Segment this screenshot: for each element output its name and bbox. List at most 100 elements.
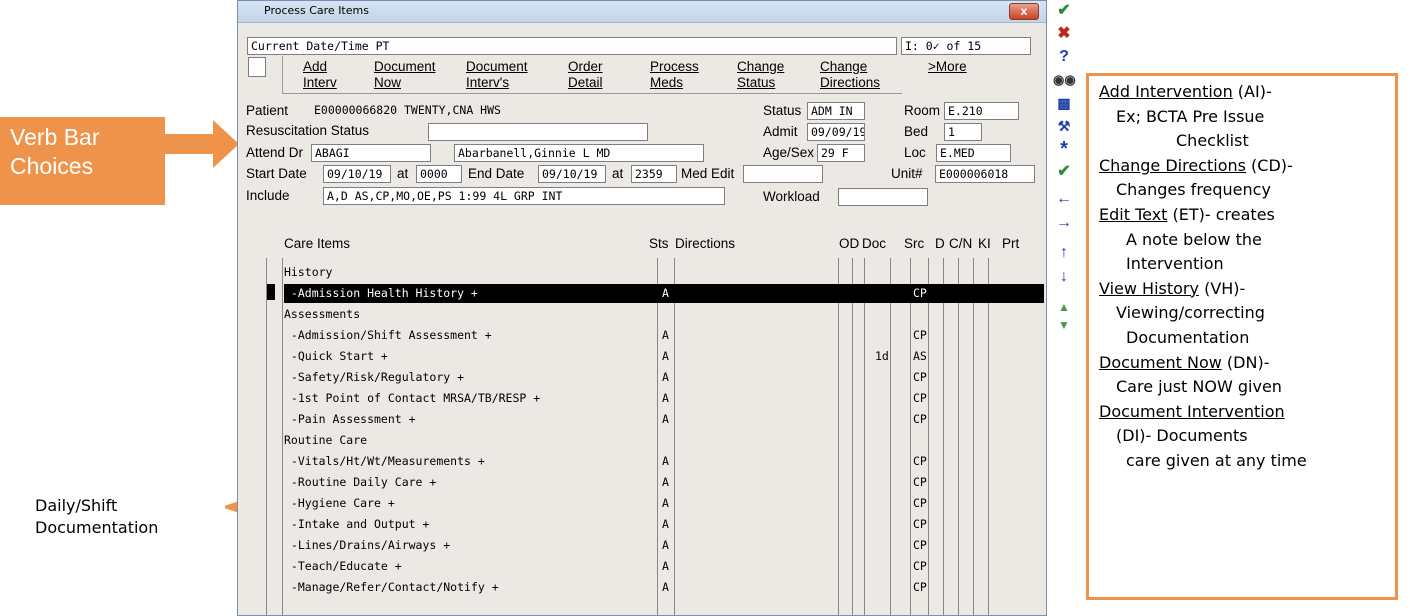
explanation-line: A note below the xyxy=(1126,230,1262,249)
include-label: Include xyxy=(246,188,290,203)
arrow-left-icon[interactable]: ← xyxy=(1053,188,1075,210)
start-time-field: 0000 xyxy=(416,165,462,183)
explanation-term: Change Directions xyxy=(1099,155,1246,175)
unit-label: Unit# xyxy=(891,166,923,181)
check-all-icon[interactable]: ✔ xyxy=(1053,161,1075,183)
start-date-label: Start Date xyxy=(246,166,307,181)
col-doc: Doc xyxy=(862,236,887,251)
care-item-name: -Routine Daily Care + xyxy=(284,475,437,489)
table-row[interactable]: -Teach/Educate + A CP xyxy=(284,557,1044,576)
care-item-source: CP xyxy=(913,454,927,468)
med-edit-label: Med Edit xyxy=(681,166,735,181)
arrow-up-icon[interactable]: ↑ xyxy=(1053,242,1075,264)
verb-document-now[interactable]: Document Now xyxy=(374,59,436,91)
explanation-text: (ET)- creates xyxy=(1167,205,1275,224)
care-item-status: A xyxy=(662,538,669,552)
care-item-status: A xyxy=(662,370,669,384)
table-row[interactable]: Assessments xyxy=(284,305,1044,324)
col-src: Src xyxy=(904,236,925,251)
verb-add-interv[interactable]: Add Interv xyxy=(303,59,337,91)
attend-label: Attend Dr xyxy=(246,145,304,160)
tools-icon[interactable]: ⚒ xyxy=(1053,115,1075,137)
arrow-right-icon[interactable]: → xyxy=(1053,212,1075,234)
binoculars-icon[interactable]: ◉◉ xyxy=(1053,69,1076,91)
explanation-text: Checklist xyxy=(1176,131,1249,151)
table-row[interactable]: -Admission/Shift Assessment + A CP xyxy=(284,326,1044,345)
check-icon[interactable]: ✔ xyxy=(1053,0,1075,22)
verb-order-detail[interactable]: Order Detail xyxy=(568,59,603,91)
explanation-line: Add Intervention (AI)- xyxy=(1099,82,1272,101)
col-directions: Directions xyxy=(675,236,736,251)
grid-divider xyxy=(282,258,283,615)
table-row[interactable]: -Manage/Refer/Contact/Notify + A CP xyxy=(284,578,1044,597)
table-row[interactable]: -Vitals/Ht/Wt/Measurements + A CP xyxy=(284,452,1044,471)
verb-label: Now xyxy=(374,75,402,90)
explanation-text: Viewing/correcting xyxy=(1116,303,1265,323)
table-row[interactable]: -Quick Start + A 1d AS xyxy=(284,347,1044,366)
explanation-text: A note below the xyxy=(1126,229,1262,249)
table-row[interactable]: -Pain Assessment + A CP xyxy=(284,410,1044,429)
explanation-line: Viewing/correcting xyxy=(1116,303,1265,322)
col-cn: C/N xyxy=(949,236,973,251)
verb-label: Directions xyxy=(820,75,881,90)
verb-label: Interv's xyxy=(466,75,510,90)
table-row[interactable]: -Intake and Output + A CP xyxy=(284,515,1044,534)
verb-process-meds[interactable]: Process Meds xyxy=(650,59,699,91)
verb-document-intervs[interactable]: Document Interv's xyxy=(466,59,528,91)
care-item-name: -Lines/Drains/Airways + xyxy=(284,538,451,552)
care-item-status: A xyxy=(662,412,669,426)
explanation-line: Edit Text (ET)- creates xyxy=(1099,205,1275,224)
end-date-field: 09/10/19 xyxy=(538,165,606,183)
verb-change-directions[interactable]: Change Directions xyxy=(820,59,880,91)
table-row[interactable]: -Lines/Drains/Airways + A CP xyxy=(284,536,1044,555)
explanation-text: Ex; BCTA Pre Issue xyxy=(1116,106,1265,126)
patient-label: Patient xyxy=(246,103,289,118)
at-label: at xyxy=(397,166,409,181)
end-date-label: End Date xyxy=(468,166,525,181)
status-field: ADM IN xyxy=(807,102,865,120)
care-item-source: CP xyxy=(913,517,927,531)
explanation-text: Changes frequency xyxy=(1116,180,1271,200)
arrow-down-icon[interactable]: ↓ xyxy=(1053,266,1075,288)
toolbar: ✔ ✖ ? ◉◉ ▩ ⚒ * ✔ ← → ↑ ↓ ▲ ▼ xyxy=(1050,0,1078,380)
table-row[interactable]: -1st Point of Contact MRSA/TB/RESP + A CP xyxy=(284,389,1044,408)
table-row[interactable]: -Safety/Risk/Regulatory + A CP xyxy=(284,368,1044,387)
help-icon[interactable]: ? xyxy=(1053,46,1075,68)
verb-label: Process xyxy=(650,59,699,74)
care-item-source: CP xyxy=(913,580,927,594)
close-button[interactable]: x xyxy=(1009,3,1039,20)
start-date-field: 09/10/19 xyxy=(323,165,391,183)
care-item-source: CP xyxy=(913,559,927,573)
table-row[interactable]: -Hygiene Care + A CP xyxy=(284,494,1044,513)
explanation-line: View History (VH)- xyxy=(1099,279,1245,298)
verb-label: Order xyxy=(568,59,603,74)
table-row[interactable]: -Routine Daily Care + A CP xyxy=(284,473,1044,492)
verb-selector-box[interactable] xyxy=(248,57,266,77)
care-item-name: History xyxy=(284,265,333,279)
care-item-status: A xyxy=(662,454,669,468)
verb-explanations-box: Add Intervention (AI)- Ex; BCTA Pre Issue… xyxy=(1086,73,1398,600)
explanation-line: Document Now (DN)- xyxy=(1099,353,1269,372)
explanation-line: Document Intervention xyxy=(1099,402,1285,421)
explanation-term: View History xyxy=(1099,278,1199,298)
asterisk-icon[interactable]: * xyxy=(1053,138,1075,160)
table-row[interactable]: Routine Care xyxy=(284,431,1044,450)
print-icon[interactable]: ▩ xyxy=(1053,92,1075,114)
verb-label: Document xyxy=(374,59,436,74)
table-row[interactable]: -Admission Health History + A CP xyxy=(284,284,1044,303)
verb-change-status[interactable]: Change Status xyxy=(737,59,784,91)
explanation-line: Checklist xyxy=(1176,131,1249,150)
room-label: Room xyxy=(904,103,941,118)
table-row[interactable]: History xyxy=(284,263,1044,282)
verb-label: Meds xyxy=(650,75,684,90)
unit-field: E000006018 xyxy=(935,165,1035,183)
x-icon[interactable]: ✖ xyxy=(1053,23,1075,45)
workload-field xyxy=(838,188,928,206)
explanation-line: Intervention xyxy=(1126,254,1224,273)
verb-more[interactable]: >More xyxy=(928,59,967,75)
page-down-icon[interactable]: ▼ xyxy=(1053,314,1075,336)
care-item-source: CP xyxy=(913,328,927,342)
explanation-line: care given at any time xyxy=(1126,451,1307,470)
status-label: Status xyxy=(763,103,802,118)
explanation-text: (DN)- xyxy=(1221,352,1270,372)
